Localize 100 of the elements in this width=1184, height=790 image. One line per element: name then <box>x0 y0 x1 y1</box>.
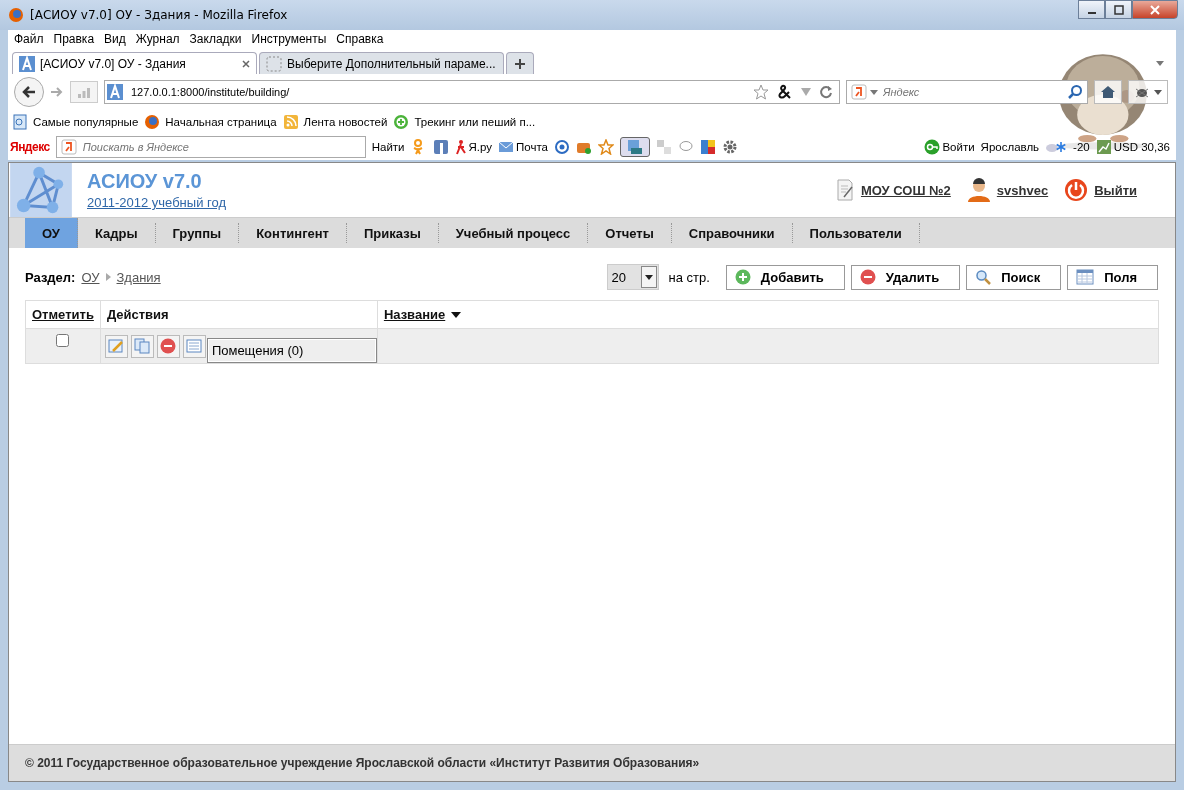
at-icon[interactable] <box>554 139 570 155</box>
footer: © 2011 Государственное образовательное учреждение Ярославской области «Институт Развития Образования» <box>9 744 1175 781</box>
address-bar[interactable]: 127.0.0.1:8000/institute/building/ <box>104 80 840 104</box>
nav-tab[interactable]: Отчеты <box>588 223 672 243</box>
new-tab-button[interactable] <box>506 52 534 74</box>
action-button[interactable]: Поля <box>1067 264 1158 290</box>
site-icon <box>19 55 35 72</box>
breadcrumb-link[interactable]: ОУ <box>81 269 100 285</box>
bookmark-item[interactable]: Начальная страница <box>144 114 277 130</box>
document-icon <box>834 179 855 201</box>
power-icon <box>1064 178 1089 202</box>
reload-icon[interactable] <box>819 85 833 99</box>
tab-title: [АСИОУ v7.0] ОУ - Здания <box>40 56 187 71</box>
menu-item[interactable]: Файл <box>14 32 44 46</box>
rss-icon <box>282 114 299 130</box>
bug-button[interactable] <box>1128 80 1168 104</box>
star-icon[interactable] <box>753 84 769 100</box>
caret-icon <box>1154 89 1162 95</box>
site-icon <box>107 84 123 100</box>
menu-item[interactable]: Закладки <box>189 32 242 46</box>
dropdown-icon[interactable] <box>801 88 811 96</box>
action-button[interactable]: Удалить <box>850 264 961 290</box>
weather-icon[interactable] <box>1045 139 1068 155</box>
settings-icon[interactable] <box>722 139 738 155</box>
minimize-button[interactable] <box>1078 0 1105 19</box>
logout-link[interactable]: Выйти <box>1094 182 1137 198</box>
close-button[interactable] <box>1132 0 1178 19</box>
back-arrow-icon <box>21 84 37 100</box>
caret-icon[interactable] <box>1156 61 1164 66</box>
table-icon <box>1076 269 1095 285</box>
maximize-icon <box>1113 4 1124 15</box>
row-checkbox[interactable] <box>56 334 70 347</box>
search-icon[interactable] <box>1067 84 1083 100</box>
nav-tab[interactable]: Учебный процесс <box>438 223 589 243</box>
envelope-icon <box>498 139 515 155</box>
login-button[interactable]: Войти <box>924 139 975 155</box>
nav-tab[interactable]: Справочники <box>671 223 793 243</box>
organization-link[interactable]: МОУ СОШ №2 <box>860 182 951 198</box>
search-field[interactable]: Яндекс <box>846 80 1088 104</box>
nav-tab[interactable]: Пользователи <box>792 223 920 243</box>
firefox-icon <box>144 114 161 130</box>
ampersand-icon[interactable] <box>777 84 793 100</box>
per-page-select[interactable]: 20 <box>606 264 659 290</box>
mail-button[interactable]: Почта <box>498 139 548 155</box>
breadcrumb-link[interactable]: Здания <box>116 269 161 285</box>
url-text: 127.0.0.1:8000/institute/building/ <box>131 86 291 98</box>
search-input[interactable]: Яндекс <box>881 85 1064 99</box>
cube-icon[interactable] <box>700 139 716 155</box>
user-link[interactable]: svshvec <box>996 182 1049 198</box>
nav-tab[interactable]: Группы <box>155 223 240 243</box>
maximize-button[interactable] <box>1105 0 1132 19</box>
list-icon <box>186 338 203 354</box>
column-header[interactable]: Действия <box>106 307 169 322</box>
menu-item[interactable]: Справка <box>336 32 384 46</box>
browser-tab[interactable]: Выберите Дополнительный параме... <box>259 52 504 74</box>
translate-button[interactable] <box>620 137 650 157</box>
nav-tab[interactable]: Приказы <box>347 223 439 243</box>
minus-circle-icon <box>859 269 876 285</box>
close-icon <box>1150 4 1160 15</box>
menu-item[interactable]: Правка <box>53 32 95 46</box>
sort-arrow-icon[interactable] <box>451 311 462 318</box>
forward-icon[interactable] <box>50 85 64 99</box>
minus-circle-icon <box>160 338 177 354</box>
city-text[interactable]: Ярославль <box>980 141 1040 153</box>
app-title: АСИОУ v7.0 <box>87 170 203 193</box>
column-header[interactable]: Название <box>383 307 446 322</box>
action-button[interactable]: Добавить <box>725 264 845 290</box>
home-icon <box>1100 84 1116 100</box>
pencil-icon <box>108 338 125 354</box>
bookmark-item[interactable]: Лента новостей <box>282 114 388 130</box>
delete-button[interactable] <box>156 334 180 358</box>
chart-icon <box>1095 139 1112 155</box>
bookmark-item[interactable]: Самые популярные <box>12 114 139 130</box>
find-button[interactable]: Найти <box>371 141 405 153</box>
menu-item[interactable]: Вид <box>104 32 126 46</box>
blank-page-icon <box>266 55 282 72</box>
yandex-menu[interactable]: Яндекс <box>10 140 50 154</box>
browser-tab[interactable]: [АСИОУ v7.0] ОУ - Здания <box>12 52 257 74</box>
rooms-menu-item[interactable]: Помещения (0) <box>206 338 377 363</box>
yaru-button[interactable]: Я.ру <box>454 139 493 155</box>
bookmark-item[interactable]: Трекинг или пеший п... <box>393 114 536 130</box>
star-icon[interactable] <box>598 139 614 155</box>
back-button[interactable] <box>14 77 44 107</box>
menu-item[interactable]: Журнал <box>135 32 180 46</box>
window-title: [АСИОУ v7.0] ОУ - Здания - Mozilla Firefox <box>30 8 288 22</box>
yandex-search-field[interactable]: Поискать в Яндексе <box>55 136 366 158</box>
temperature-text[interactable]: -20 <box>1073 141 1090 153</box>
menu-item[interactable]: Инструменты <box>251 32 327 46</box>
home-button[interactable] <box>1094 80 1122 104</box>
nav-tab[interactable]: Кадры <box>77 223 156 243</box>
close-icon[interactable] <box>242 59 250 68</box>
yandex-search-input[interactable]: Поискать в Яндексе <box>80 140 361 154</box>
magnifier-page-icon <box>12 114 28 130</box>
nav-tab[interactable]: Контингент <box>239 223 347 243</box>
currency-button[interactable]: USD 30,36 <box>1095 139 1170 155</box>
action-button[interactable]: Поиск <box>966 264 1062 290</box>
search-icon <box>975 269 992 285</box>
school-year-link[interactable]: 2011-2012 учебный год <box>87 195 226 210</box>
nav-tab[interactable]: ОУ <box>25 218 78 248</box>
caret-icon[interactable] <box>870 89 878 95</box>
